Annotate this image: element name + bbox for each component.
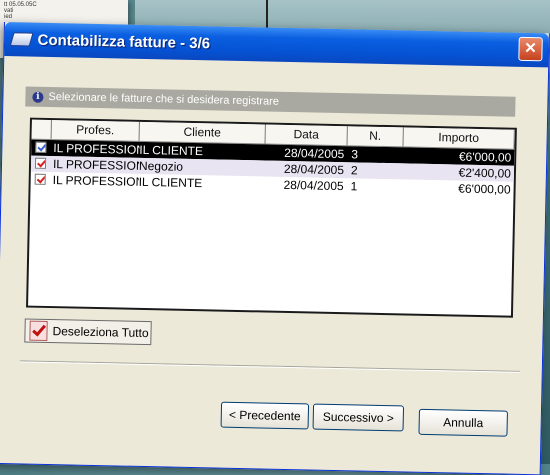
app-icon	[9, 32, 34, 47]
column-header-data[interactable]: Data	[265, 124, 348, 146]
checkbox-check-icon[interactable]	[34, 157, 47, 169]
column-header-importo[interactable]: Importo	[403, 127, 515, 149]
row-checkbox[interactable]	[31, 156, 51, 172]
cell-data: 28/04/2005	[283, 177, 344, 194]
cell-importo: €6'000,00	[458, 181, 511, 197]
column-header-check[interactable]	[31, 119, 52, 140]
close-button[interactable]: ✕	[518, 36, 543, 62]
background-note-line: ied	[4, 14, 13, 20]
divider	[19, 360, 520, 373]
deselect-all-button[interactable]: Deseleziona Tutto	[24, 318, 152, 346]
cell-profes: IL PROFESSIONISTA	[52, 157, 140, 174]
instruction-banner: i Selezionare le fatture che si desidera…	[25, 86, 516, 117]
dialog-window: Contabilizza fatture - 3/6 ✕ i Seleziona…	[0, 22, 550, 475]
row-checkbox[interactable]	[31, 140, 51, 156]
checkbox-check-icon[interactable]	[35, 141, 47, 153]
column-header-n[interactable]: N.	[347, 126, 404, 147]
cell-n: 2	[350, 163, 358, 178]
row-checkbox[interactable]	[31, 172, 51, 188]
dialog-title: Contabilizza fatture - 3/6	[37, 31, 211, 52]
cell-n: 3	[351, 147, 359, 162]
invoice-list[interactable]: Profes. Cliente Data N. Importo IL PROFE…	[26, 117, 517, 318]
next-button[interactable]: Successivo >	[312, 403, 405, 432]
deselect-all-label: Deseleziona Tutto	[52, 324, 149, 341]
cell-data: 28/04/2005	[283, 161, 345, 178]
cell-profes: IL PROFESSIONISTA	[52, 173, 139, 190]
column-header-profes[interactable]: Profes.	[51, 120, 140, 141]
column-header-cliente[interactable]: Cliente	[139, 121, 266, 144]
close-icon: ✕	[524, 39, 538, 58]
info-icon: i	[32, 91, 44, 103]
cell-data: 28/04/2005	[284, 145, 345, 162]
cell-n: 1	[350, 179, 358, 194]
previous-button[interactable]: < Precedente	[220, 401, 310, 430]
check-icon	[29, 320, 48, 341]
checkbox-check-icon[interactable]	[34, 173, 46, 185]
cell-cliente: IL CLIENTE	[138, 174, 203, 191]
cancel-button[interactable]: Annulla	[418, 408, 508, 437]
instruction-text: Selezionare le fatture che si desidera r…	[48, 90, 280, 108]
cell-profes: IL PROFESSIONISTA	[53, 141, 140, 158]
